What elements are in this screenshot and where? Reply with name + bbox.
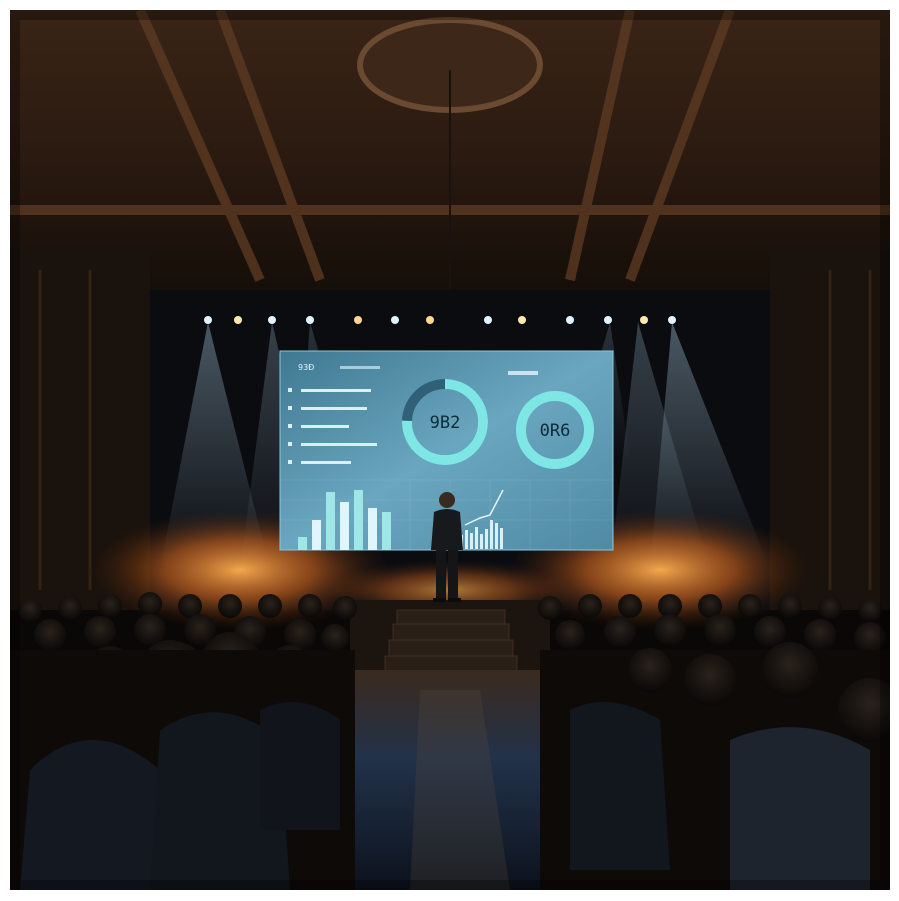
- screen-bar: [382, 512, 391, 550]
- screen-bar: [326, 492, 335, 550]
- screen-header-label: 93Ð: [298, 363, 314, 372]
- audience-left: [10, 592, 357, 890]
- screen-bar: [340, 502, 349, 550]
- screen-bar: [354, 490, 363, 550]
- donut-left-label: 9B2: [430, 413, 461, 433]
- audience-right: [538, 594, 890, 890]
- photo-frame: 93Ð 9B2 0R6: [10, 10, 890, 890]
- screen-bar: [298, 537, 307, 550]
- stage-steps: [384, 609, 518, 673]
- conference-stage-scene: 93Ð 9B2 0R6: [10, 10, 890, 890]
- screen-bar: [368, 508, 377, 550]
- screen-bar: [312, 520, 321, 550]
- donut-right-label: 0R6: [540, 421, 571, 441]
